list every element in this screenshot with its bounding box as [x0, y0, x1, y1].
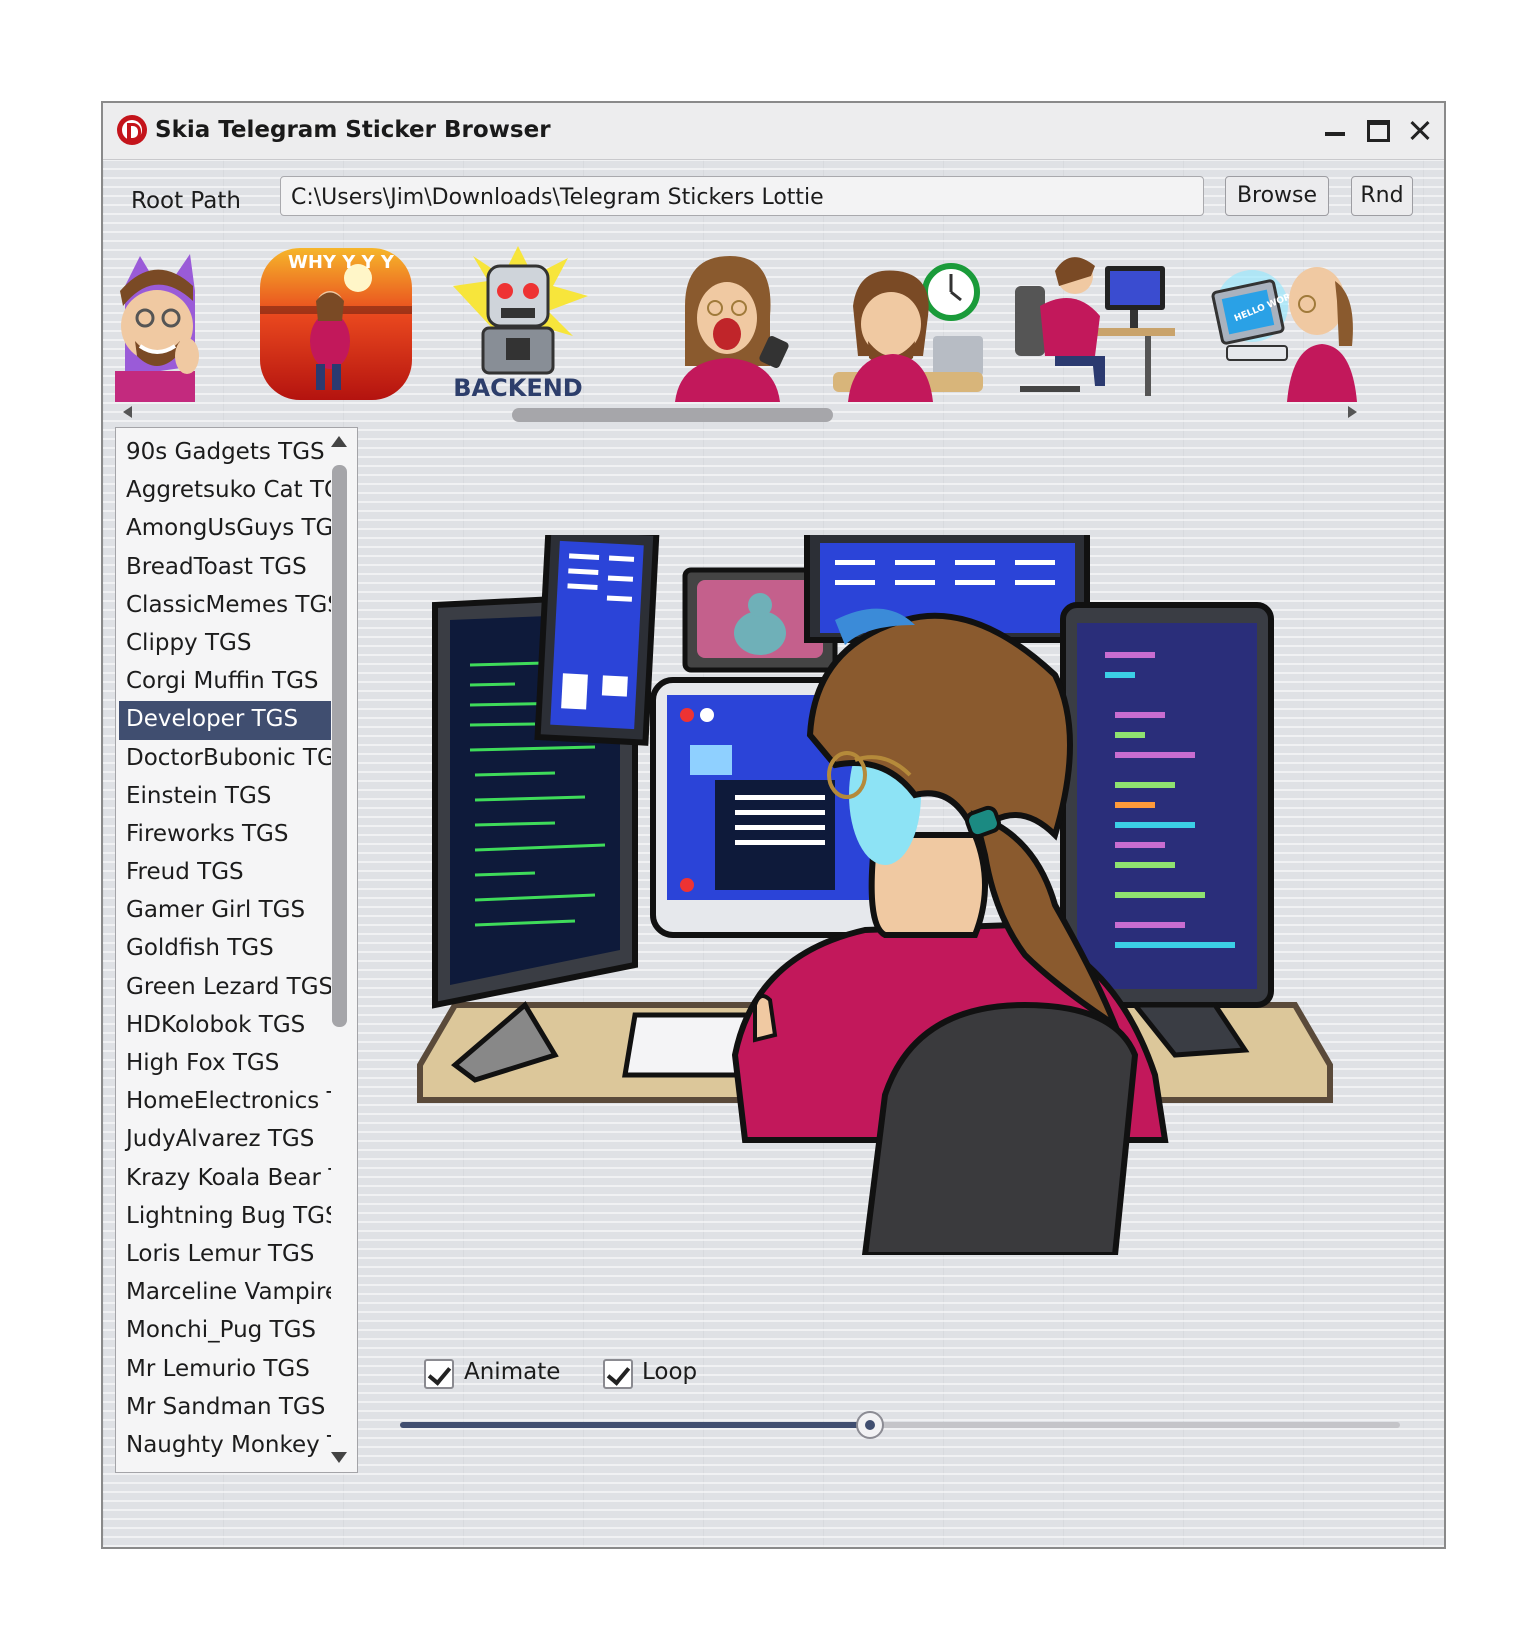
browse-button[interactable]: Browse [1225, 176, 1329, 216]
pack-list-item[interactable]: BreadToast TGS [119, 549, 331, 587]
pack-list-item[interactable]: Clippy TGS [119, 625, 331, 663]
scroll-down-icon[interactable] [331, 1452, 347, 1463]
sticker-thumb-hello-world[interactable]: HELLO WORLD [1207, 246, 1370, 402]
pack-list-item[interactable]: Green Lezard TGS [119, 969, 331, 1007]
playback-slider-fill [400, 1422, 870, 1428]
app-logo-icon [117, 115, 147, 145]
scroll-right-icon[interactable] [1348, 406, 1357, 418]
pack-list-item[interactable]: Marceline Vampire TGS [119, 1274, 331, 1312]
pack-list-item[interactable]: ClassicMemes TGS [119, 587, 331, 625]
playback-slider[interactable] [400, 1422, 1400, 1428]
pack-list-item[interactable]: Freud TGS [119, 854, 331, 892]
why-text: WHY Y Y Y [288, 252, 395, 273]
client-area: Root Path C:\Users\Jim\Downloads\Telegra… [103, 160, 1444, 1547]
scroll-up-icon[interactable] [331, 436, 347, 447]
animate-checkbox[interactable] [424, 1359, 454, 1389]
playback-slider-thumb[interactable] [856, 1411, 884, 1439]
pack-list-item[interactable]: Developer TGS [119, 701, 331, 740]
pack-list-item[interactable]: 90s Gadgets TGS [119, 434, 331, 472]
random-button[interactable]: Rnd [1351, 176, 1413, 216]
sticker-strip: WHY Y Y Y BACKEND HELLO WORLD [115, 236, 1370, 416]
pack-list-items: 90s Gadgets TGSAggretsuko Cat TGSAmongUs… [119, 434, 331, 1472]
animate-label: Animate [464, 1359, 561, 1385]
minimize-icon[interactable] [1317, 113, 1353, 147]
pack-list-item[interactable]: Naughty Monkey TGS [119, 1427, 331, 1465]
scroll-left-icon[interactable] [123, 406, 132, 418]
sticker-thumb-laughing[interactable] [655, 246, 811, 402]
pack-list-item[interactable]: HomeElectronics TGS [119, 1083, 331, 1121]
sticker-thumb-devil[interactable] [115, 246, 205, 402]
pack-list-item[interactable]: JudyAlvarez TGS [119, 1121, 331, 1159]
close-icon[interactable] [1403, 113, 1439, 147]
window-title: Skia Telegram Sticker Browser [155, 117, 551, 143]
backend-text: BACKEND [453, 374, 582, 402]
sticker-thumb-why[interactable]: WHY Y Y Y [258, 246, 414, 402]
pack-list-item[interactable]: High Fox TGS [119, 1045, 331, 1083]
sticker-thumb-desk[interactable] [1015, 246, 1175, 402]
pack-list-item[interactable]: Mr Sandman TGS [119, 1389, 331, 1427]
sticker-preview [417, 535, 1333, 1255]
loop-label: Loop [642, 1359, 698, 1385]
vertical-scrollbar-thumb[interactable] [332, 465, 347, 1027]
pack-list-item[interactable]: NeonPigeon TGS [119, 1465, 331, 1472]
sticker-pack-list[interactable]: 90s Gadgets TGSAggretsuko Cat TGSAmongUs… [115, 427, 358, 1473]
pack-list-item[interactable]: Corgi Muffin TGS [119, 663, 331, 701]
sticker-thumb-backend[interactable]: BACKEND [443, 246, 593, 402]
pack-list-item[interactable]: AmongUsGuys TGS [119, 510, 331, 548]
root-path-label: Root Path [131, 188, 241, 214]
pack-list-item[interactable]: Fireworks TGS [119, 816, 331, 854]
pack-list-item[interactable]: Loris Lemur TGS [119, 1236, 331, 1274]
sticker-thumb-tired[interactable] [833, 246, 993, 402]
maximize-icon[interactable] [1360, 113, 1396, 147]
pack-list-item[interactable]: Goldfish TGS [119, 930, 331, 968]
pack-list-item[interactable]: Aggretsuko Cat TGS [119, 472, 331, 510]
root-path-input[interactable]: C:\Users\Jim\Downloads\Telegram Stickers… [280, 176, 1204, 216]
app-window: Skia Telegram Sticker Browser Root Path … [101, 101, 1446, 1549]
pack-list-item[interactable]: Lightning Bug TGS [119, 1198, 331, 1236]
pack-list-item[interactable]: Krazy Koala Bear TGS [119, 1160, 331, 1198]
pack-list-item[interactable]: HDKolobok TGS [119, 1007, 331, 1045]
pack-list-item[interactable]: DoctorBubonic TGS [119, 740, 331, 778]
title-bar[interactable]: Skia Telegram Sticker Browser [103, 103, 1444, 160]
pack-list-item[interactable]: Monchi_Pug TGS [119, 1312, 331, 1350]
loop-checkbox[interactable] [603, 1359, 633, 1389]
pack-list-item[interactable]: Mr Lemurio TGS [119, 1351, 331, 1389]
pack-list-item[interactable]: Gamer Girl TGS [119, 892, 331, 930]
pack-list-item[interactable]: Einstein TGS [119, 778, 331, 816]
horizontal-scrollbar-thumb[interactable] [512, 408, 833, 422]
